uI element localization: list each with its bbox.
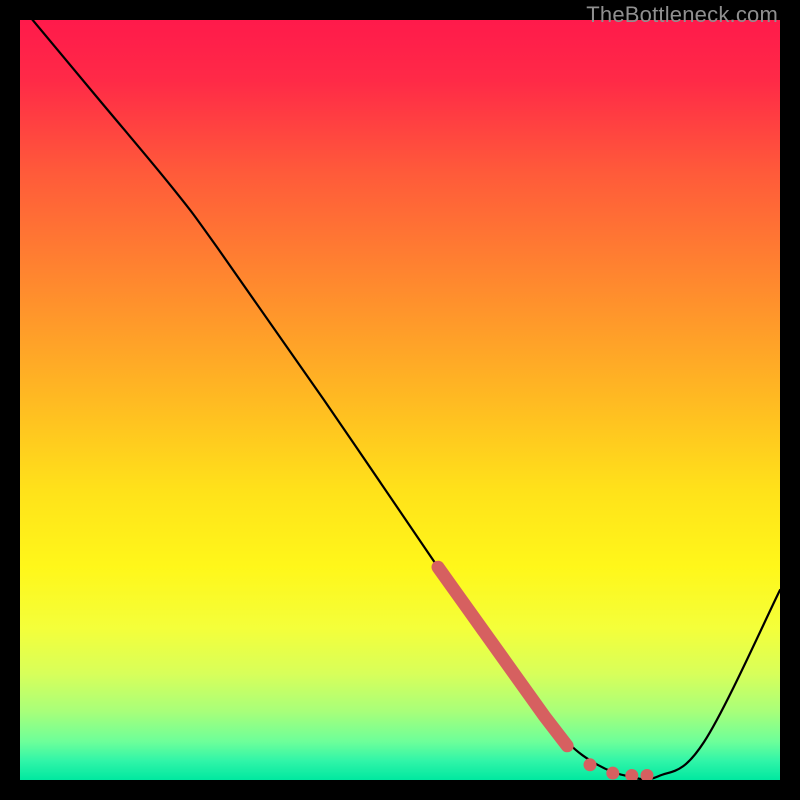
chart-plot-area [20,20,780,780]
highlight-dot [584,758,597,771]
highlight-dot [606,767,619,780]
chart-svg [20,20,780,780]
watermark-text: TheBottleneck.com [586,2,778,28]
gradient-background [20,20,780,780]
chart-frame: TheBottleneck.com [0,0,800,800]
